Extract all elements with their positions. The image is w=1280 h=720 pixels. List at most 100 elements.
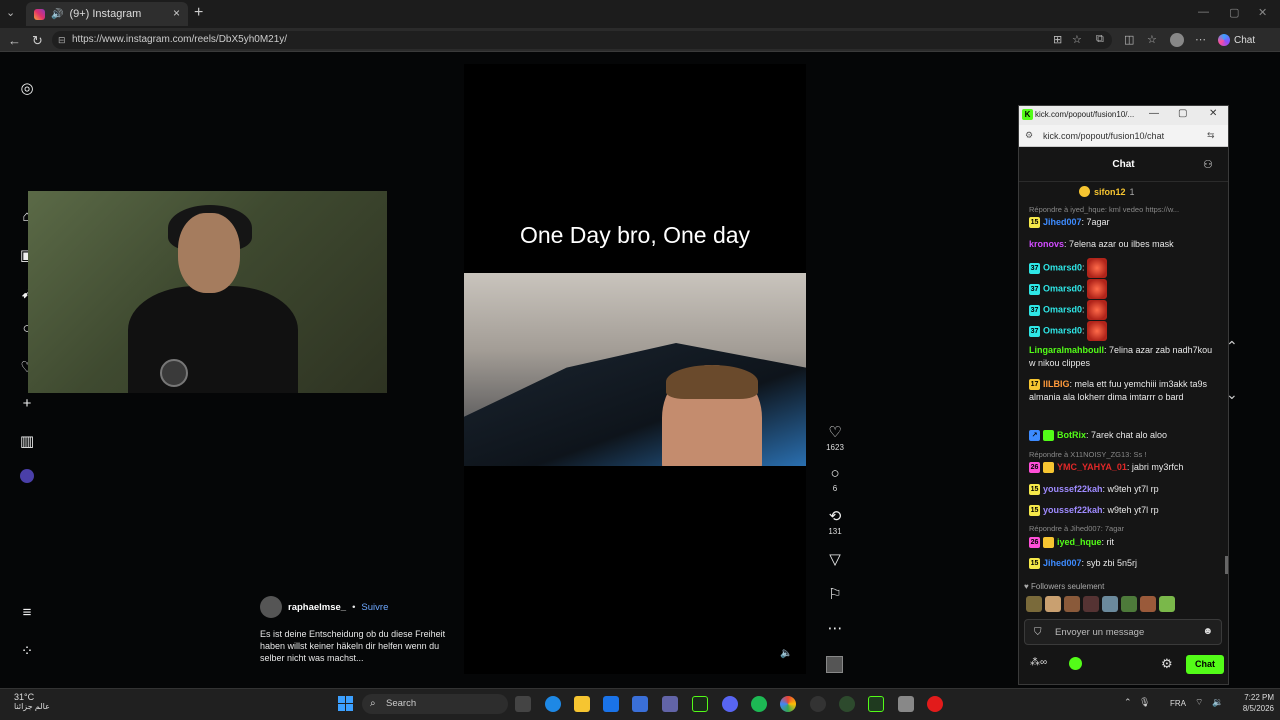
site-info-icon[interactable]: ⊟ (58, 31, 66, 49)
network-icon[interactable]: ⌔ (1195, 697, 1203, 708)
close-window-icon[interactable]: ✕ (1258, 6, 1267, 19)
chat-username[interactable]: Omarsd0 (1043, 325, 1082, 335)
author-avatar[interactable] (260, 596, 282, 618)
emote-1[interactable] (1026, 596, 1042, 612)
chat-username[interactable]: Jihed007 (1043, 558, 1082, 568)
share-button[interactable]: ▽ (822, 550, 848, 568)
kick-points-icon[interactable] (1069, 657, 1082, 670)
emote-4[interactable] (1083, 596, 1099, 612)
quick-actions-icon[interactable]: ⁂∞ (1030, 657, 1047, 668)
author-username[interactable]: raphaelmse_ (288, 602, 346, 613)
reply-reference[interactable]: Répondre à X11NOISY_ZG13: Ss ! (1029, 450, 1219, 459)
weather-widget[interactable]: 31°C عالم جزائنا (14, 692, 50, 712)
chat-emote-icon[interactable] (1086, 321, 1107, 341)
also-from-meta-icon[interactable]: ⁘ (18, 642, 36, 660)
speaker-icon[interactable]: 🔊 (51, 9, 63, 20)
chat-settings-gear-icon[interactable]: ⚙ (1161, 656, 1173, 672)
reel-caption[interactable]: Es ist deine Entscheidung ob du diese Fr… (260, 628, 460, 664)
emote-2[interactable] (1045, 596, 1061, 612)
emote-8[interactable] (1159, 596, 1175, 612)
spotify-icon[interactable] (751, 696, 767, 712)
emote-5[interactable] (1102, 596, 1118, 612)
chat-username[interactable]: YMC_YAHYA_01 (1057, 462, 1127, 472)
chat-scrollbar[interactable] (1225, 556, 1228, 574)
minimize-icon[interactable]: — (1198, 6, 1209, 18)
start-button[interactable] (338, 696, 353, 711)
file-explorer-icon[interactable] (574, 696, 590, 712)
create-plus-icon[interactable]: + (18, 395, 36, 413)
repost-button[interactable]: ⟲ 131 (822, 507, 848, 536)
copilot-chat-button[interactable]: Chat (1218, 31, 1255, 49)
emote-3[interactable] (1064, 596, 1080, 612)
settings-app-icon[interactable] (898, 696, 914, 712)
save-button[interactable]: ⚐ (822, 585, 848, 603)
send-chat-button[interactable]: Chat (1186, 655, 1224, 674)
maximize-icon[interactable]: ▢ (1229, 6, 1239, 19)
chat-username[interactable]: iyed_hque (1057, 537, 1102, 547)
tab-list-chevron-icon[interactable]: ⌄ (6, 6, 15, 19)
chat-username[interactable]: Omarsd0 (1043, 283, 1082, 293)
chat-username[interactable]: Lingaralmahboull (1029, 345, 1104, 355)
extensions-icon[interactable]: ⧉ (1096, 33, 1104, 46)
more-options-icon[interactable]: ⋯ (1195, 33, 1206, 46)
audio-thumbnail[interactable] (826, 656, 843, 673)
chat-username[interactable]: BotRix (1057, 430, 1086, 440)
favorites-icon[interactable]: ☆ (1147, 33, 1157, 46)
reload-icon[interactable]: ↻ (32, 33, 43, 49)
pinned-gifter[interactable]: sifon12 1 (1079, 186, 1135, 197)
popup-url-text[interactable]: kick.com/popout/fusion10/chat (1043, 131, 1164, 141)
edge-icon[interactable] (545, 696, 561, 712)
split-screen-icon[interactable]: ◫ (1124, 33, 1134, 46)
chat-username[interactable]: youssef22kah (1043, 505, 1103, 515)
like-button[interactable]: ♡ 1623 (822, 423, 848, 452)
discord-icon[interactable] (722, 696, 738, 712)
address-bar[interactable]: ⊟ https://www.instagram.com/reels/DbX5yh… (52, 31, 1112, 49)
instagram-logo-icon[interactable]: ◎ (18, 79, 36, 97)
chat-emote-icon[interactable] (1086, 279, 1107, 299)
outlook-icon[interactable] (603, 696, 619, 712)
popup-minimize-icon[interactable]: — (1149, 108, 1159, 119)
popup-close-icon[interactable]: ✕ (1209, 108, 1217, 119)
app-icon-11[interactable] (839, 696, 855, 712)
back-icon[interactable]: ← (8, 33, 21, 48)
more-button[interactable]: ⋯ (822, 619, 848, 637)
app-icon-10[interactable] (810, 696, 826, 712)
comment-button[interactable]: ○ 6 (822, 465, 848, 493)
chrome-icon[interactable] (780, 696, 796, 712)
popup-maximize-icon[interactable]: ▢ (1178, 108, 1187, 119)
site-settings-icon[interactable]: ⚙ (1025, 130, 1033, 141)
user-settings-icon[interactable]: ⚇ (1203, 158, 1213, 171)
chat-emote-icon[interactable] (1086, 258, 1107, 278)
clock[interactable]: 7:22 PM 8/5/2026 (1232, 692, 1274, 714)
chat-username[interactable]: Omarsd0 (1043, 262, 1082, 272)
close-tab-icon[interactable]: × (173, 6, 180, 20)
profile-avatar-sidebar[interactable] (20, 469, 34, 483)
emote-6[interactable] (1121, 596, 1137, 612)
task-view-icon[interactable] (515, 696, 531, 712)
reel-video-frame[interactable] (464, 273, 806, 466)
menu-icon[interactable]: ≡ (18, 604, 36, 622)
chat-username[interactable]: youssef22kah (1043, 484, 1103, 494)
reply-reference[interactable]: Répondre à Jihed007: 7agar (1029, 524, 1219, 533)
chat-emote-icon[interactable] (1086, 300, 1107, 320)
chat-message-input[interactable]: ⛉ Envoyer un message ☻ (1024, 619, 1222, 645)
app-icon-12[interactable] (868, 696, 884, 712)
volume-icon[interactable]: 🔉 (1212, 697, 1223, 708)
profile-avatar[interactable] (1170, 33, 1184, 47)
mute-toggle-icon[interactable]: 🔈 (780, 648, 792, 659)
app-available-icon[interactable]: ⊞ (1053, 33, 1062, 46)
input-language[interactable]: FRA (1170, 699, 1186, 708)
tab-instagram[interactable]: 🔊 (9+) Instagram × (26, 2, 188, 26)
chat-username[interactable]: llLBIG (1043, 379, 1070, 389)
new-tab-icon[interactable]: + (194, 4, 203, 22)
translate-icon[interactable]: ⇆ (1207, 130, 1215, 141)
teams-icon[interactable] (662, 696, 678, 712)
emote-7[interactable] (1140, 596, 1156, 612)
nvidia-icon[interactable] (692, 696, 708, 712)
chat-username[interactable]: Jihed007 (1043, 217, 1082, 227)
reply-reference[interactable]: Répondre à iyed_hque: kml vedeo https://… (1029, 205, 1219, 214)
emoji-picker-icon[interactable]: ☻ (1202, 626, 1213, 637)
taskbar-search[interactable]: ⌕ Search (362, 694, 508, 714)
dashboard-icon[interactable]: ▥ (18, 432, 36, 450)
follow-button[interactable]: Suivre (361, 602, 388, 613)
